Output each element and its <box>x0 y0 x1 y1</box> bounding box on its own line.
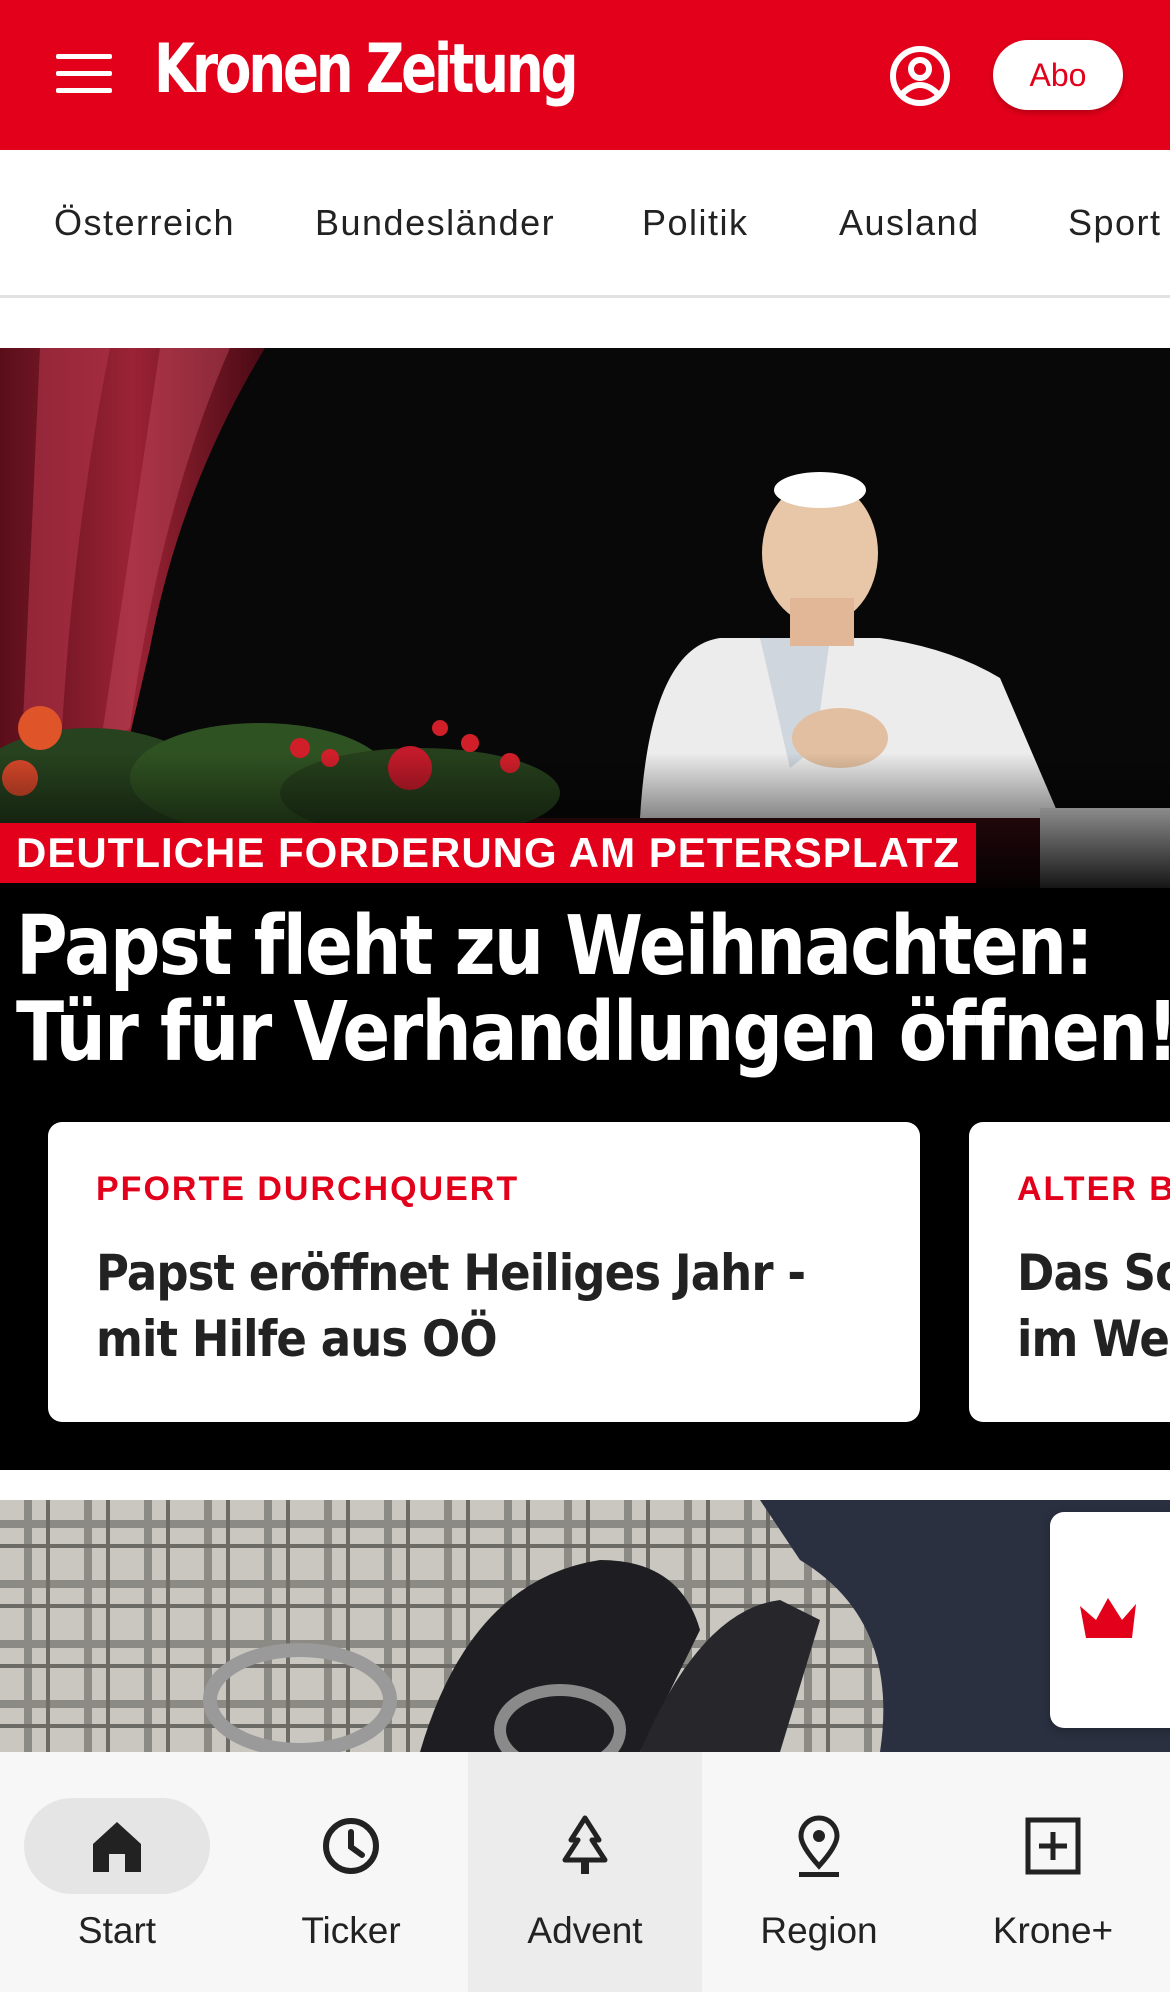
app-header: Kronen Zeitung Abo <box>0 0 1170 150</box>
card-headline: Das Scheitern im Weihnachtsfest <box>1017 1244 1170 1368</box>
card-headline: Papst eröffnet Heiliges Jahr - mit Hilfe… <box>96 1244 806 1368</box>
tab-advent[interactable]: Advent <box>468 1752 702 1992</box>
bottom-navigation: Start Ticker Advent Region Krone+ <box>0 1752 1170 1992</box>
hero-headline-line-2: Tür für Verhandlungen öffnen! <box>16 985 1170 1080</box>
article-teaser-image <box>0 1500 1170 1752</box>
tab-label: Krone+ <box>992 1910 1114 1951</box>
tab-label: Region <box>760 1910 878 1951</box>
card-kicker: ALTER BRAUCH <box>1017 1170 1170 1208</box>
nav-item-politik[interactable]: Politik <box>642 202 749 244</box>
tab-label: Advent <box>527 1910 643 1951</box>
nav-item-bundeslaender[interactable]: Bundesländer <box>315 202 555 244</box>
menu-button[interactable] <box>56 54 112 94</box>
tab-label: Start <box>77 1910 157 1951</box>
article-teaser[interactable] <box>0 1500 1170 1752</box>
home-icon <box>93 1822 141 1872</box>
krone-floating-button[interactable] <box>1050 1512 1170 1728</box>
tab-start[interactable]: Start <box>0 1752 234 1992</box>
hero-headline-line-1: Papst fleht zu Weihnachten: <box>16 899 1094 994</box>
nav-item-oesterreich[interactable]: Österreich <box>54 202 235 244</box>
location-pin-icon <box>798 1815 840 1877</box>
logo[interactable]: Kronen Zeitung <box>154 30 579 109</box>
related-article-card[interactable]: PFORTE DURCHQUERT Papst eröffnet Heilige… <box>48 1122 920 1422</box>
section-nav: Österreich Bundesländer Politik Ausland … <box>0 150 1170 298</box>
tab-ticker[interactable]: Ticker <box>234 1752 468 1992</box>
hero-kicker-wrap: DEUTLICHE FORDERUNG AM PETERSPLATZ <box>0 823 976 883</box>
nav-item-ausland[interactable]: Ausland <box>839 202 980 244</box>
tab-krone-plus[interactable]: Krone+ <box>936 1752 1170 1992</box>
tree-icon <box>562 1815 608 1874</box>
hero-image <box>0 348 1170 888</box>
clock-icon <box>323 1818 379 1874</box>
hero-article[interactable]: DEUTLICHE FORDERUNG AM PETERSPLATZ Papst… <box>0 348 1170 1470</box>
plus-box-icon <box>1025 1817 1081 1875</box>
nav-item-sport[interactable]: Sport <box>1068 202 1162 244</box>
hamburger-icon <box>56 54 112 59</box>
card-kicker: PFORTE DURCHQUERT <box>96 1170 520 1208</box>
user-icon <box>890 46 950 106</box>
related-article-card[interactable]: ALTER BRAUCH Das Scheitern im Weihnachts… <box>969 1122 1170 1422</box>
hero-kicker: DEUTLICHE FORDERUNG AM PETERSPLATZ <box>0 823 976 883</box>
crown-icon <box>1080 1598 1136 1638</box>
tab-label: Ticker <box>301 1910 401 1951</box>
abo-button[interactable]: Abo <box>993 40 1123 110</box>
account-button[interactable] <box>888 44 952 108</box>
hero-headline: Papst fleht zu Weihnachten: Tür für Verh… <box>16 899 1170 1080</box>
tab-region[interactable]: Region <box>702 1752 936 1992</box>
